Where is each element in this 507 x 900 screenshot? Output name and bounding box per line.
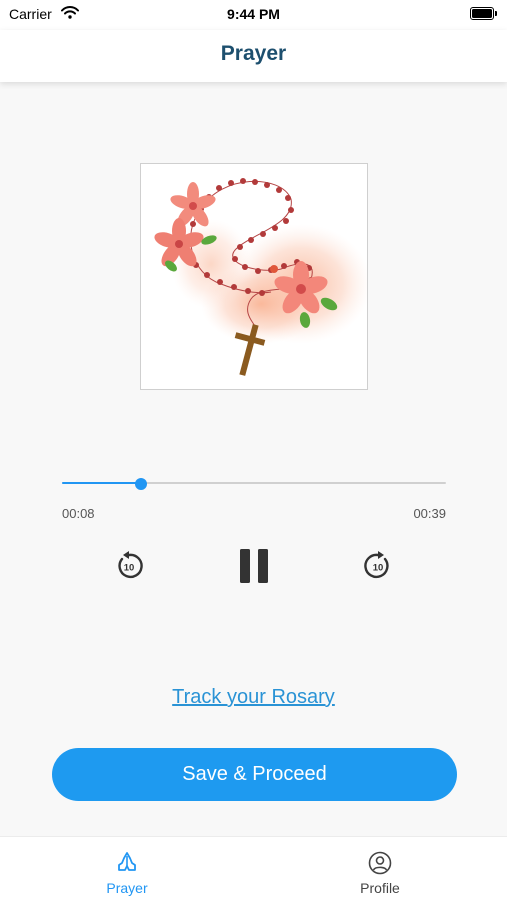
total-time: 00:39: [413, 506, 446, 521]
rewind-10-button[interactable]: 10: [111, 548, 147, 584]
page-title: Prayer: [220, 42, 287, 65]
elapsed-time: 00:08: [62, 506, 95, 521]
pause-button[interactable]: [234, 546, 274, 586]
tab-profile[interactable]: Profile: [300, 837, 460, 900]
tab-profile-label: Profile: [360, 880, 400, 896]
battery-icon: [470, 7, 497, 20]
save-proceed-button[interactable]: Save & Proceed: [52, 748, 457, 801]
rewind-seconds-label: 10: [124, 563, 135, 574]
profile-icon: [368, 851, 392, 875]
tab-prayer[interactable]: Prayer: [47, 837, 207, 900]
replay-10-icon: 10: [118, 551, 143, 579]
forward-10-button[interactable]: 10: [360, 548, 396, 584]
tab-bar: Prayer Profile: [0, 836, 507, 900]
rosary-artwork: [140, 163, 371, 390]
slider-played: [62, 482, 141, 484]
nav-bar: Prayer: [0, 30, 507, 82]
forward-10-icon: 10: [364, 551, 389, 579]
praying-hands-icon: [118, 852, 136, 871]
slider-thumb[interactable]: [134, 478, 147, 490]
status-time: 9:44 PM: [227, 6, 280, 22]
rosary-flowers-image: [154, 178, 371, 376]
track-rosary-link[interactable]: Track your Rosary: [0, 686, 507, 709]
forward-seconds-label: 10: [373, 563, 384, 574]
tab-prayer-label: Prayer: [106, 880, 148, 896]
playback-slider[interactable]: [62, 478, 446, 490]
status-bar: Carrier 9:44 PM: [0, 0, 507, 30]
pause-icon: [240, 549, 268, 583]
